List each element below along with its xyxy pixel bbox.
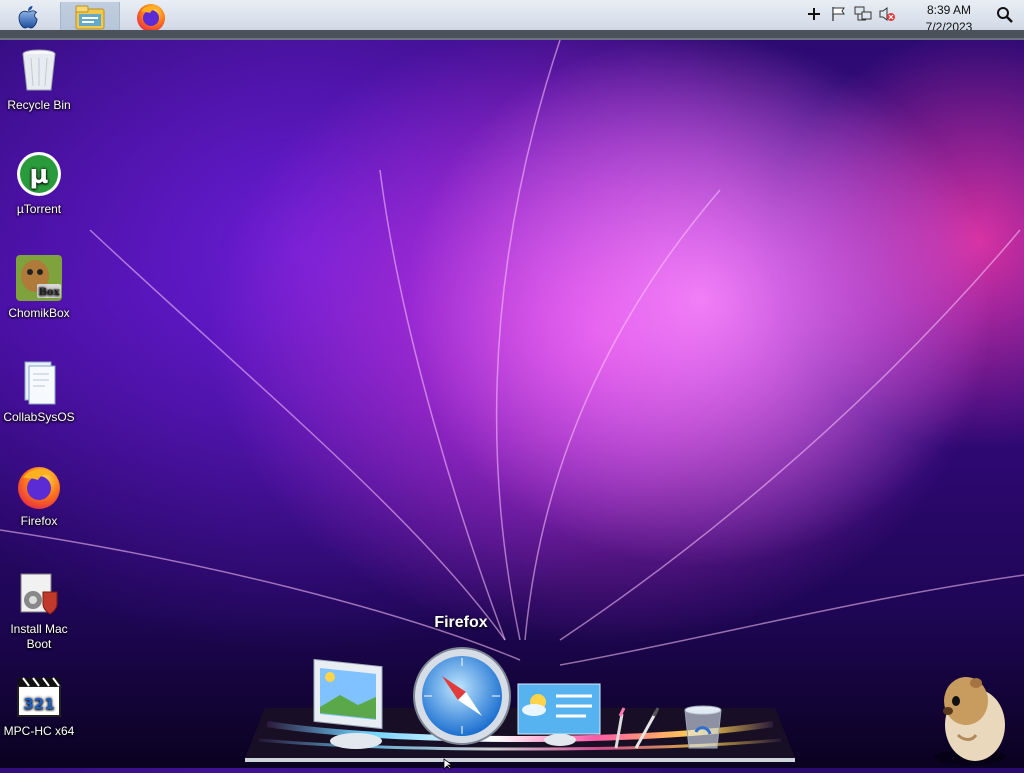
desktop-icon-label: ChomikBox <box>8 306 70 320</box>
apple-icon[interactable] <box>14 2 42 32</box>
system-tray <box>806 6 896 22</box>
taskbar-file-explorer[interactable] <box>60 2 120 32</box>
trash-icon <box>684 705 722 749</box>
installer-icon <box>20 573 58 615</box>
desktop-icon-label: CollabSysOS <box>3 410 75 424</box>
firefox-icon <box>18 467 60 509</box>
top-menu-bar: 8:39 AM 7/2/2023 <box>0 0 1024 40</box>
svg-text:321: 321 <box>23 695 54 713</box>
folder-icon <box>75 5 105 30</box>
dock-item-pen-tools[interactable] <box>606 704 662 757</box>
utorrent-icon: µ <box>17 152 61 196</box>
media-player-icon: 321 <box>17 677 61 717</box>
desktop-icon-recycle-bin[interactable]: Recycle Bin <box>0 46 78 113</box>
desktop-icon-collabsysos[interactable]: CollabSysOS <box>0 358 78 425</box>
weather-widget-icon <box>517 683 601 746</box>
desktop-icon-utorrent[interactable]: µ µTorrent <box>0 150 78 217</box>
pen-tools-icon <box>614 707 660 749</box>
desktop-icon-firefox[interactable]: Firefox <box>0 462 78 529</box>
desktop-icon-label: Install Mac Boot <box>10 622 68 651</box>
document-icon <box>24 361 56 405</box>
recycle-bin-icon <box>22 49 56 91</box>
desktop-icon-mpc-hc[interactable]: 321 MPC-HC x64 <box>0 672 78 739</box>
flag-icon[interactable] <box>830 6 848 22</box>
search-icon[interactable] <box>996 6 1014 29</box>
svg-text:µ: µ <box>29 160 48 190</box>
mouse-cursor <box>443 758 454 770</box>
desktop-icon-install-mac-boot[interactable]: Install Mac Boot <box>0 570 78 652</box>
desktop-icon-label: MPC-HC x64 <box>3 724 75 738</box>
taskbar-firefox[interactable] <box>130 2 172 32</box>
desktop-icon-label: Firefox <box>20 514 58 528</box>
dock-item-preview[interactable] <box>310 655 390 755</box>
dock-hover-label: Firefox <box>434 614 488 631</box>
desktop-icon-label: Recycle Bin <box>7 98 71 112</box>
desktop-icon-chomikbox[interactable]: Box ChomikBox <box>0 254 78 321</box>
dock-item-trash[interactable] <box>682 704 724 757</box>
network-icon[interactable] <box>854 6 872 22</box>
chomikbox-icon: Box <box>16 255 62 301</box>
hamster-widget[interactable] <box>920 665 1015 768</box>
firefox-icon <box>137 4 165 32</box>
dock-item-safari[interactable] <box>412 646 512 751</box>
hamster-icon <box>934 677 1006 765</box>
speaker-muted-icon[interactable] <box>878 6 896 22</box>
clock-time: 8:39 AM <box>926 3 972 17</box>
dock-item-weather-widget[interactable] <box>516 680 602 755</box>
menubar-shadow-strip <box>0 30 1024 38</box>
monitor-picture-icon <box>313 658 383 749</box>
safari-compass-icon <box>413 647 511 745</box>
plus-icon[interactable] <box>806 6 822 22</box>
svg-text:Box: Box <box>38 287 60 298</box>
desktop-wallpaper <box>0 39 1024 666</box>
desktop-icon-label: µTorrent <box>16 202 62 216</box>
